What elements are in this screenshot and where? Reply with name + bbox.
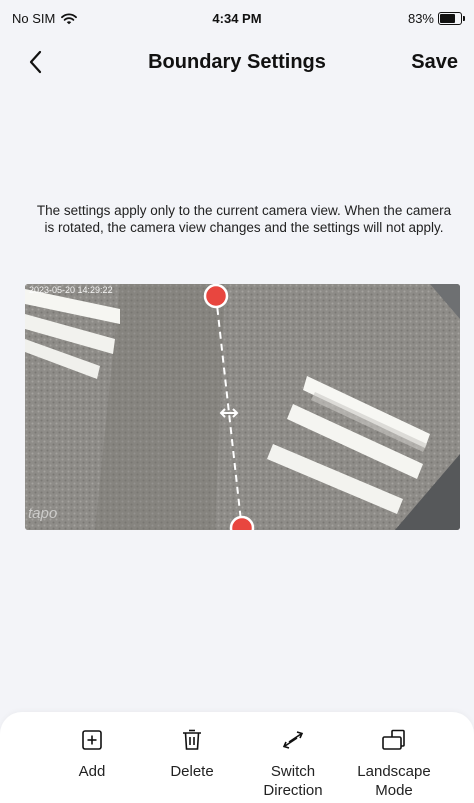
landscape-rotate-icon (382, 729, 405, 750)
camera-timestamp: 2023-05-20 14:29:22 (29, 285, 113, 295)
bottom-toolbar: Add Delete Switch Direction Landscape Mo… (0, 712, 474, 803)
delete-button[interactable]: Delete (142, 728, 242, 781)
boundary-handle-bottom[interactable] (229, 515, 255, 530)
switch-direction-label: Switch Direction (263, 763, 323, 799)
status-bar: No SIM 4:34 PM 83% (0, 0, 474, 36)
status-time: 4:34 PM (212, 11, 262, 26)
add-square-icon (82, 730, 102, 750)
landscape-mode-button[interactable]: Landscape Mode (344, 728, 444, 800)
add-button[interactable]: Add (42, 728, 142, 781)
boundary-handle-top[interactable] (203, 284, 229, 309)
info-message: The settings apply only to the current c… (36, 203, 452, 235)
screen: No SIM 4:34 PM 83% Boundary Settings Sav… (0, 0, 474, 803)
add-label: Add (78, 763, 106, 780)
camera-feed: 2023-05-20 14:29:22 tapo (25, 284, 460, 530)
status-right: 83% (407, 11, 465, 26)
battery-percent: 83% (407, 11, 434, 26)
switch-direction-button[interactable]: Switch Direction (243, 728, 343, 800)
camera-watermark: tapo (28, 505, 57, 522)
trash-icon (183, 729, 201, 750)
save-button[interactable]: Save (411, 51, 458, 74)
camera-view[interactable]: 2023-05-20 14:29:22 tapo (25, 284, 460, 530)
delete-label: Delete (170, 763, 214, 780)
page-title: Boundary Settings (148, 51, 326, 73)
landscape-mode-label: Landscape Mode (357, 763, 431, 799)
ceiling-surface (25, 284, 460, 530)
battery-cap (463, 16, 465, 21)
battery-fill (440, 14, 455, 23)
nav-bar: Boundary Settings Save (0, 40, 474, 84)
switch-arrows-icon (282, 731, 304, 749)
battery-icon (438, 12, 465, 25)
